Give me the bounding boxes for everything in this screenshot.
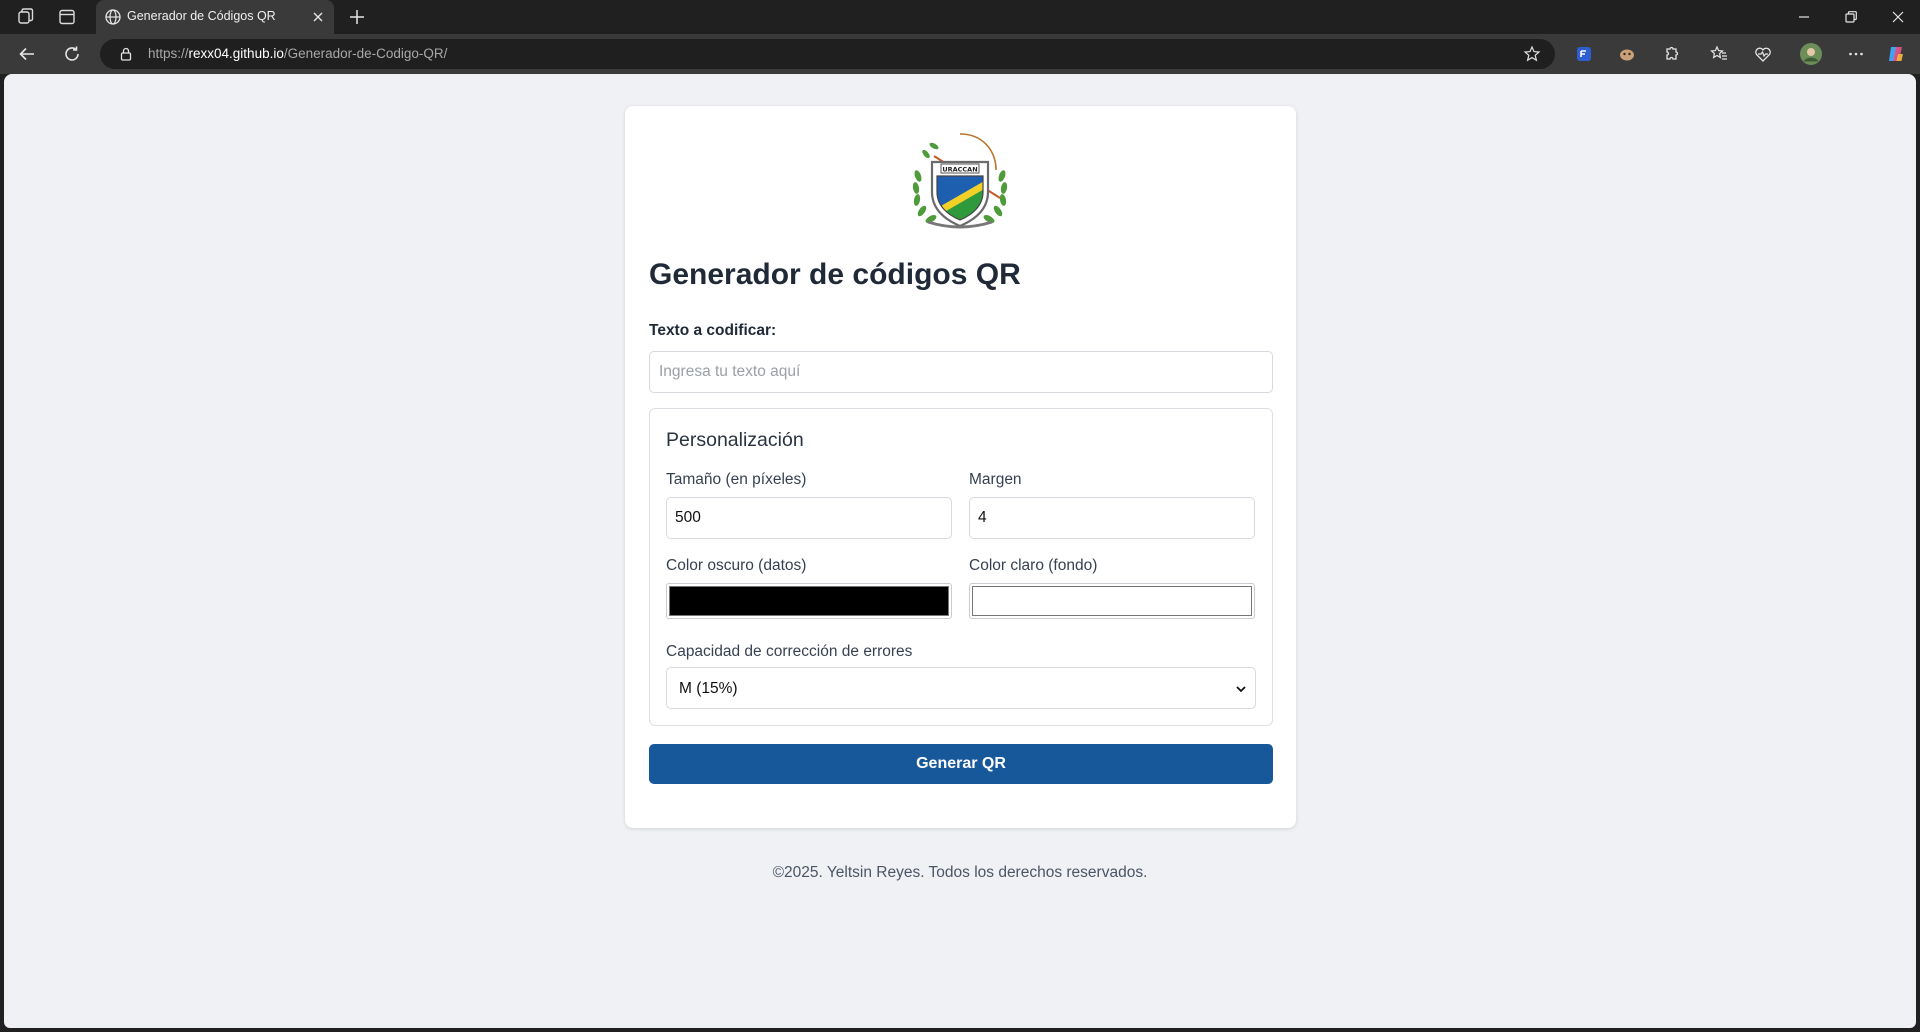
generate-qr-button[interactable]: Generar QR: [649, 744, 1273, 784]
error-correction-select[interactable]: M (15%): [666, 667, 1256, 709]
margin-label: Margen: [969, 471, 1022, 488]
shield-extension-icon[interactable]: [1573, 43, 1595, 65]
address-bar[interactable]: https://rexx04.github.io/Generador-de-Co…: [100, 39, 1555, 69]
chevron-down-icon: [1236, 686, 1246, 693]
text-label: Texto a codificar:: [649, 322, 777, 339]
light-color-label: Color claro (fondo): [969, 557, 1098, 574]
footer-copyright: ©2025. Yeltsin Reyes. Todos los derechos…: [772, 864, 1148, 881]
page-title: Generador de códigos QR: [649, 258, 1021, 291]
workspaces-icon[interactable]: [16, 7, 36, 27]
size-input[interactable]: [666, 497, 952, 539]
extension-icon[interactable]: [1660, 43, 1682, 65]
browser-tab-strip: Generador de Códigos QR: [0, 0, 1920, 34]
cookie-extension-icon[interactable]: [1616, 43, 1638, 65]
favorites-icon[interactable]: [1708, 43, 1730, 65]
size-label: Tamaño (en píxeles): [666, 471, 807, 488]
restore-icon[interactable]: [1840, 6, 1862, 28]
minimize-icon[interactable]: [1793, 6, 1815, 28]
generator-card: URACCAN Generador de códigos QR Texto a …: [625, 106, 1296, 828]
plus-icon[interactable]: [346, 6, 368, 28]
text-input[interactable]: [649, 351, 1273, 393]
svg-text:URACCAN: URACCAN: [942, 166, 977, 174]
tab-actions-icon[interactable]: [57, 7, 77, 27]
url-text: https://rexx04.github.io/Generador-de-Co…: [148, 46, 448, 61]
copilot-icon[interactable]: [1885, 43, 1907, 65]
refresh-icon[interactable]: [61, 43, 83, 65]
menu-icon[interactable]: [1845, 43, 1867, 65]
back-icon[interactable]: [16, 43, 38, 65]
avatar[interactable]: [1799, 42, 1823, 66]
close-icon[interactable]: [308, 7, 328, 27]
error-correction-label: Capacidad de corrección de errores: [666, 643, 913, 660]
customization-legend: Personalización: [666, 429, 804, 451]
dark-color-label: Color oscuro (datos): [666, 557, 807, 574]
lock-icon[interactable]: [118, 46, 134, 62]
active-tab[interactable]: Generador de Códigos QR: [96, 0, 334, 34]
browser-toolbar: https://rexx04.github.io/Generador-de-Co…: [0, 34, 1920, 74]
customization-section: Personalización Tamaño (en píxeles) Marg…: [649, 408, 1273, 726]
dark-color-swatch: [669, 586, 949, 616]
dark-color-picker[interactable]: [666, 583, 952, 619]
error-correction-value: M (15%): [679, 680, 738, 697]
margin-input[interactable]: [969, 497, 1255, 539]
light-color-picker[interactable]: [969, 583, 1255, 619]
tab-title: Generador de Códigos QR: [127, 9, 276, 23]
performance-icon[interactable]: [1752, 43, 1774, 65]
light-color-swatch: [972, 586, 1252, 616]
globe-icon: [105, 9, 121, 25]
uraccan-logo: URACCAN: [912, 133, 1008, 229]
star-icon[interactable]: [1523, 45, 1541, 63]
close-window-icon[interactable]: [1887, 6, 1909, 28]
page-viewport: URACCAN Generador de códigos QR Texto a …: [4, 74, 1916, 1028]
